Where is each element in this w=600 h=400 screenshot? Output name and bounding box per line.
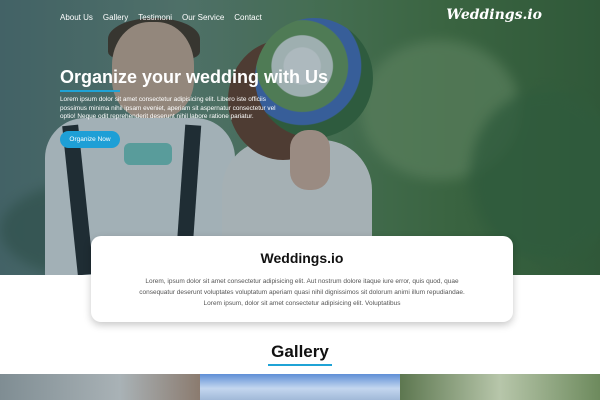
card-description: Lorem, ipsum dolor sit amet consectetur …: [139, 278, 465, 307]
gallery-image[interactable]: [200, 374, 400, 400]
nav-item-gallery[interactable]: Gallery: [103, 13, 128, 22]
hero-description: Lorem ipsum dolor sit amet consectetur a…: [60, 96, 276, 120]
gallery-image[interactable]: [0, 374, 200, 400]
brand-logo[interactable]: Weddings.io: [446, 7, 542, 23]
hero-title-underline: [60, 90, 120, 92]
nav-item-about-us[interactable]: About Us: [60, 13, 93, 22]
card-title: Weddings.io: [260, 250, 344, 266]
intro-card: Weddings.io Lorem, ipsum dolor sit amet …: [91, 236, 513, 322]
gallery-title-underline: [268, 364, 332, 366]
gallery-grid: [0, 374, 600, 400]
organize-now-button[interactable]: Organize Now: [60, 131, 120, 148]
hero-section: About Us Gallery Testimoni Our Service C…: [0, 0, 600, 275]
main-nav: About Us Gallery Testimoni Our Service C…: [60, 13, 262, 22]
nav-item-testimoni[interactable]: Testimoni: [138, 13, 172, 22]
hero-title: Organize your wedding with Us: [60, 67, 329, 87]
nav-item-our-service[interactable]: Our Service: [182, 13, 224, 22]
nav-item-contact[interactable]: Contact: [234, 13, 262, 22]
gallery-image[interactable]: [400, 374, 600, 400]
gallery-title: Gallery: [271, 342, 329, 361]
